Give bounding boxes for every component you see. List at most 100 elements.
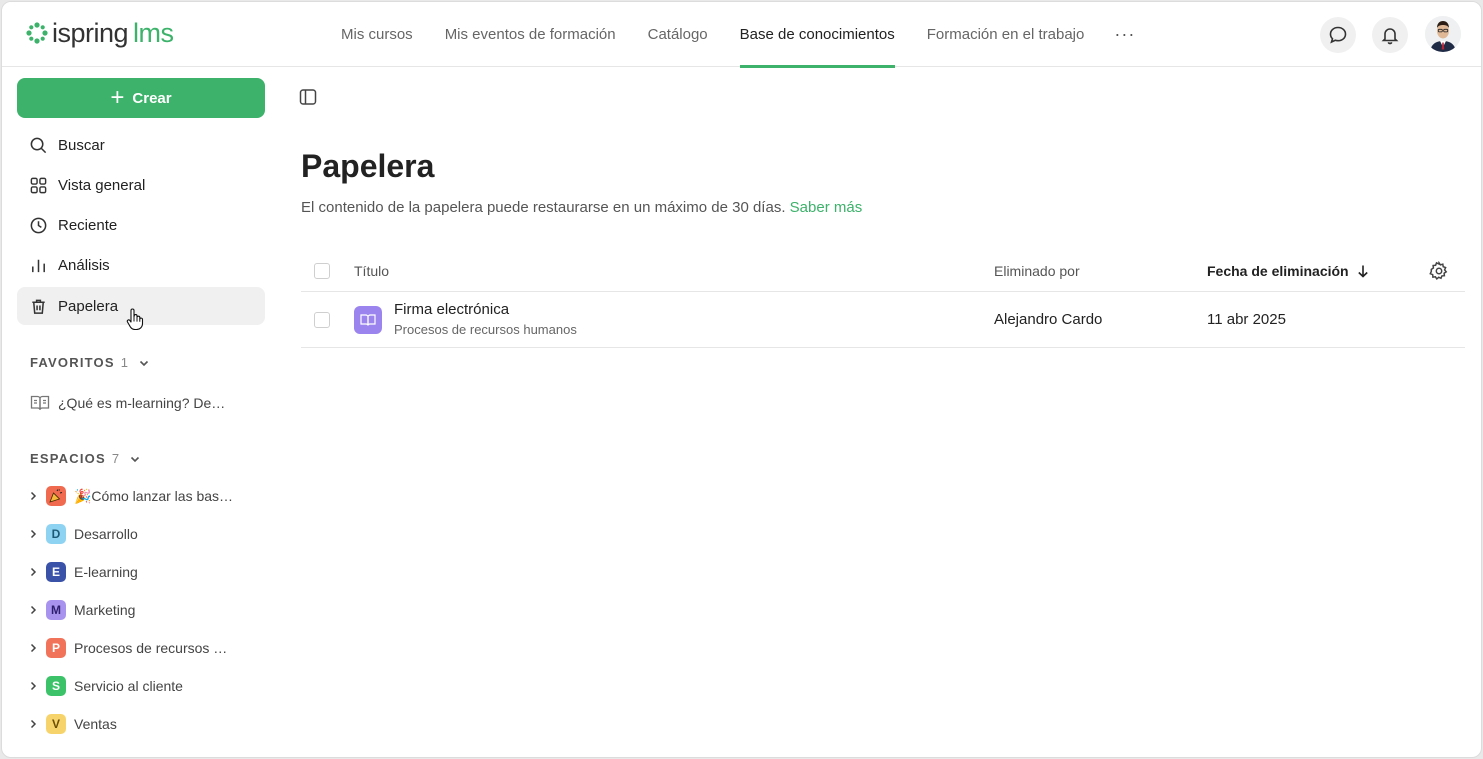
nav-formacion-trabajo[interactable]: Formación en el trabajo (911, 2, 1101, 67)
app-window: ispring lms Mis cursos Mis eventos de for… (1, 1, 1482, 758)
chevron-right-icon[interactable] (28, 643, 40, 653)
sidebar-item-buscar[interactable]: Buscar (17, 126, 265, 164)
space-label: 🎉Cómo lanzar las bas… (74, 487, 234, 504)
nav-catalogo[interactable]: Catálogo (632, 2, 724, 67)
sidebar-item-analisis[interactable]: Análisis (17, 246, 265, 284)
space-badge: S (46, 676, 66, 696)
space-label: Procesos de recursos h… (74, 640, 234, 656)
space-item-marketing[interactable]: M Marketing (28, 598, 258, 622)
table-header: Título Eliminado por Fecha de eliminació… (301, 250, 1465, 292)
space-item-servicio-cliente[interactable]: S Servicio al cliente (28, 674, 258, 698)
chevron-down-icon (139, 360, 149, 366)
favorites-count: 1 (120, 355, 128, 370)
main-nav: Mis cursos Mis eventos de formación Catá… (325, 2, 1149, 68)
nav-mis-eventos[interactable]: Mis eventos de formación (429, 2, 632, 67)
notifications-button[interactable] (1372, 17, 1408, 53)
grid-icon (30, 177, 47, 193)
space-label: Marketing (74, 602, 136, 618)
spaces-section-header[interactable]: ESPACIOS 7 (30, 451, 141, 466)
nav-mis-cursos[interactable]: Mis cursos (325, 2, 429, 67)
space-item-ventas[interactable]: V Ventas (28, 712, 258, 736)
column-header-deleted-by[interactable]: Eliminado por (994, 263, 1080, 279)
sidebar-item-label: Vista general (58, 176, 146, 194)
chat-icon (1329, 26, 1347, 44)
book-icon (30, 395, 50, 410)
space-label: Desarrollo (74, 526, 138, 542)
hand-cursor-icon (126, 308, 144, 335)
learn-more-link[interactable]: Saber más (790, 199, 863, 216)
spaces-title: ESPACIOS (30, 451, 106, 466)
space-badge: M (46, 600, 66, 620)
chevron-right-icon[interactable] (28, 681, 40, 691)
create-button[interactable]: + Crear (17, 78, 265, 118)
favorites-title: FAVORITOS (30, 355, 115, 370)
column-header-deleted-date[interactable]: Fecha de eliminación (1207, 263, 1369, 279)
table-row[interactable]: Firma electrónica Procesos de recursos h… (301, 292, 1465, 348)
chevron-right-icon[interactable] (28, 605, 40, 615)
space-label: E-learning (74, 564, 138, 580)
item-name[interactable]: Firma electrónica (394, 301, 577, 318)
deleted-date-cell: 11 abr 2025 (1207, 311, 1286, 328)
chevron-right-icon[interactable] (28, 529, 40, 539)
column-settings-button[interactable] (1429, 260, 1449, 284)
plus-icon: + (110, 84, 125, 111)
space-item-elearning[interactable]: E E-learning (28, 560, 258, 584)
chevron-right-icon[interactable] (28, 491, 40, 501)
space-label: Ventas (74, 716, 117, 732)
search-icon (30, 137, 47, 153)
party-popper-icon (49, 489, 63, 503)
item-space: Procesos de recursos humanos (394, 322, 577, 337)
sidebar-item-reciente[interactable]: Reciente (17, 206, 265, 244)
favorites-section-header[interactable]: FAVORITOS 1 (30, 355, 150, 370)
deleted-by-cell: Alejandro Cardo (994, 311, 1103, 328)
book-icon (360, 313, 376, 326)
arrow-down-icon (1357, 265, 1368, 278)
trash-icon (32, 299, 45, 314)
sidebar-item-label: Papelera (58, 297, 119, 315)
create-button-label: Crear (132, 89, 172, 107)
column-header-title[interactable]: Título (354, 263, 389, 279)
item-type-badge (354, 305, 382, 334)
logo-text-lms: lms (133, 18, 174, 48)
chevron-right-icon[interactable] (28, 567, 40, 577)
nav-base-conocimientos[interactable]: Base de conocimientos (724, 2, 911, 68)
sidebar-item-label: Buscar (58, 136, 105, 154)
sidebar-item-vista-general[interactable]: Vista general (17, 166, 265, 204)
ispring-logo-icon (26, 22, 48, 44)
gear-icon (1429, 260, 1448, 281)
sidebar-item-label: Análisis (58, 256, 110, 274)
page-title: Papelera (301, 148, 435, 184)
avatar[interactable] (1425, 16, 1461, 52)
space-label: Servicio al cliente (74, 678, 183, 694)
select-all-checkbox[interactable] (314, 262, 330, 279)
description-text: El contenido de la papelera puede restau… (301, 199, 786, 216)
main-content: Papelera El contenido de la papelera pue… (282, 68, 1481, 757)
space-badge (46, 486, 66, 506)
sidebar-toggle-button[interactable] (298, 87, 318, 112)
trash-table: Título Eliminado por Fecha de eliminació… (301, 250, 1465, 348)
logo[interactable]: ispring lms (26, 19, 174, 47)
spaces-count: 7 (111, 451, 120, 466)
row-checkbox[interactable] (314, 311, 330, 328)
sidebar-item-label: Reciente (58, 216, 118, 234)
sidebar: + Crear Buscar Vista general Reciente An… (2, 68, 282, 757)
user-avatar-icon (1425, 16, 1461, 52)
chat-button[interactable] (1320, 17, 1356, 53)
page-description: El contenido de la papelera puede restau… (301, 199, 862, 216)
logo-text: ispring (52, 18, 129, 48)
chevron-down-icon (130, 456, 140, 462)
chevron-right-icon[interactable] (28, 719, 40, 729)
space-badge: P (46, 638, 66, 658)
space-item-recursos-humanos[interactable]: P Procesos de recursos h… (28, 636, 258, 660)
space-item-lanzar[interactable]: 🎉Cómo lanzar las bas… (28, 484, 258, 508)
space-badge: V (46, 714, 66, 734)
favorite-item[interactable]: ¿Qué es m-learning? De… (30, 392, 250, 414)
space-badge: D (46, 524, 66, 544)
more-horizontal-icon[interactable]: ··· (1100, 2, 1149, 67)
column-header-deleted-date-label: Fecha de eliminación (1207, 262, 1349, 279)
clock-icon (30, 217, 47, 233)
space-badge: E (46, 562, 66, 582)
top-bar: ispring lms Mis cursos Mis eventos de for… (2, 2, 1481, 68)
space-item-desarrollo[interactable]: D Desarrollo (28, 522, 258, 546)
bell-icon (1381, 28, 1399, 45)
